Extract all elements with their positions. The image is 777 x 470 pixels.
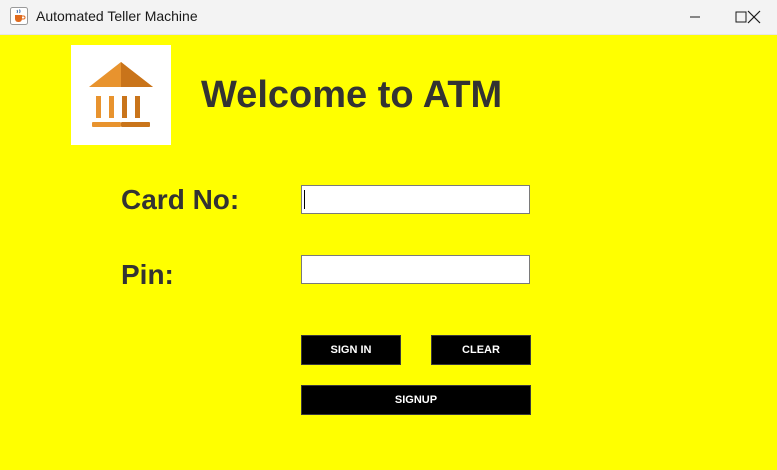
sign-up-button[interactable]: SIGNUP: [301, 385, 531, 415]
text-caret: [304, 190, 305, 209]
bank-icon: [89, 62, 153, 127]
bank-logo: [71, 45, 171, 145]
clear-button[interactable]: CLEAR: [431, 335, 531, 365]
pin-input[interactable]: [301, 255, 530, 284]
atm-window: Automated Teller Machine Welcome to ATM …: [0, 0, 777, 470]
welcome-heading: Welcome to ATM: [201, 74, 503, 116]
pin-label: Pin:: [121, 259, 174, 290]
close-button[interactable]: [731, 0, 777, 34]
java-cup-icon: [10, 7, 28, 25]
card-number-label: Card No:: [121, 184, 240, 215]
minimize-button[interactable]: [672, 0, 718, 34]
window-title: Automated Teller Machine: [36, 8, 198, 24]
title-bar[interactable]: Automated Teller Machine: [0, 0, 777, 35]
sign-in-button[interactable]: SIGN IN: [301, 335, 401, 365]
close-icon: [747, 10, 761, 24]
card-number-input[interactable]: [301, 185, 530, 214]
minimize-icon: [690, 16, 700, 18]
